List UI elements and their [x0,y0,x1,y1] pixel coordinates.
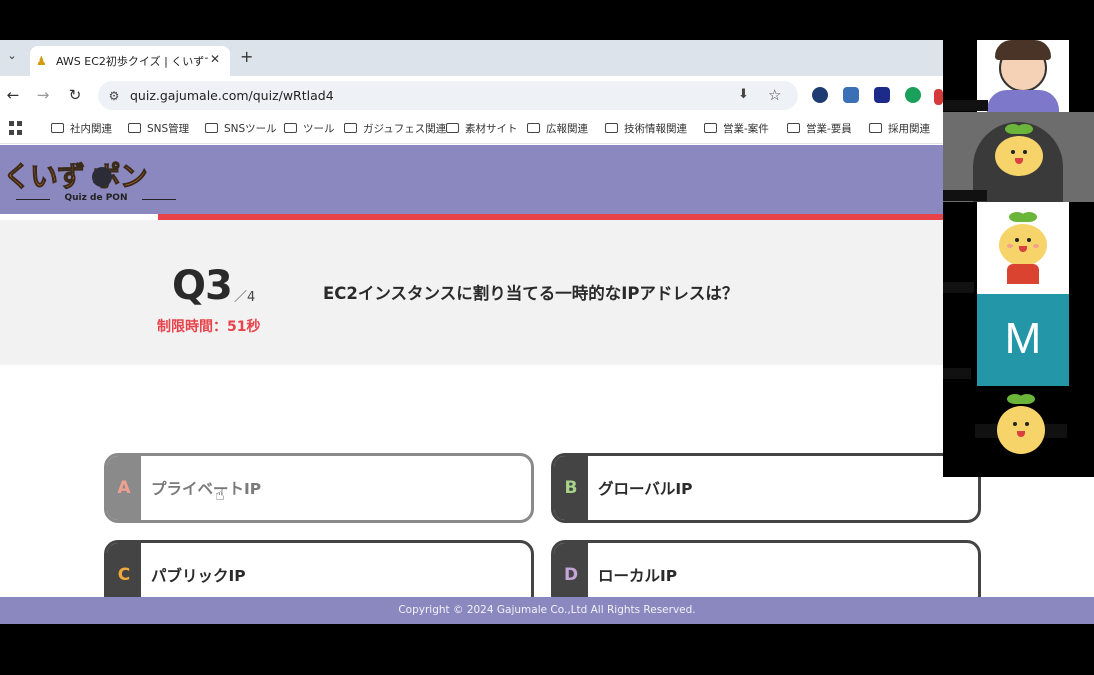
participant-name-bar [943,190,987,201]
logo-mark-icon [92,167,112,187]
participant-tile[interactable] [943,112,1094,202]
sprout-avatar [995,124,1043,176]
avatar-body [1007,264,1039,284]
url-text[interactable]: quiz.gajumale.com/quiz/wRtlad4 [130,88,334,103]
avatar-body [987,90,1059,112]
folder-icon [344,123,357,133]
folder-icon [869,123,882,133]
folder-icon [446,123,459,133]
tab-strip: ⌄ ♟ AWS EC2初歩クイズ | くいずでポン ✕ + [0,40,1094,76]
participant-name-bar [943,368,971,379]
bookmarks-bar: 社内関連 SNS管理 SNSツール ツール ガジュフェス関連 素材サイト 広報関… [0,114,1094,144]
participant-tile[interactable] [977,40,1069,112]
site-header: くいず ポン Quiz de PON [0,145,1094,214]
answer-letter: A [107,456,141,520]
install-app-icon[interactable]: ⬇ [738,87,749,102]
bookmark-folder[interactable]: SNSツール [205,121,277,136]
browser-toolbar: ← → ↻ ⚙ quiz.gajumale.com/quiz/wRtlad4 ⬇… [0,76,1094,114]
extension-icon[interactable] [905,87,921,103]
tab-search-icon[interactable]: ⌄ [4,48,20,64]
address-bar[interactable]: ⚙ quiz.gajumale.com/quiz/wRtlad4 ⬇ ☆ [98,81,798,110]
bookmark-folder[interactable]: 広報関連 [527,121,588,136]
site-footer: Copyright © 2024 Gajumale Co.,Ltd All Ri… [0,597,1094,624]
site-info-icon[interactable]: ⚙ [106,88,122,104]
participant-name-bar [943,282,974,293]
quiz-page: くいず ポン Quiz de PON Q3 ／4 制限時間：51秒 EC2インス… [0,145,1094,624]
folder-icon [205,123,218,133]
participant-tile[interactable]: M [977,294,1069,386]
folder-icon [787,123,800,133]
forward-icon[interactable]: → [33,85,53,105]
active-tab[interactable]: ♟ AWS EC2初歩クイズ | くいずでポン ✕ [30,46,230,76]
extension-icon[interactable] [843,87,859,103]
bookmark-folder[interactable]: 社内関連 [51,121,112,136]
screen: ⌄ ♟ AWS EC2初歩クイズ | くいずでポン ✕ + ← → ↻ ⚙ qu… [0,0,1094,675]
browser-window: ⌄ ♟ AWS EC2初歩クイズ | くいずでポン ✕ + ← → ↻ ⚙ qu… [0,40,1094,624]
bookmark-folder[interactable]: ガジュフェス関連 [344,121,446,136]
apps-grid-icon[interactable] [9,121,23,135]
back-icon[interactable]: ← [3,85,23,105]
question-total: ／4 [234,290,256,305]
answer-label: ローカルIP [598,567,678,585]
bookmark-folder[interactable]: 採用関連 [869,121,930,136]
answer-letter: B [554,456,588,520]
bookmark-folder[interactable]: ツール [284,121,335,136]
logo-subtext: Quiz de PON [16,193,176,203]
answer-label: プライベートIP [151,480,262,498]
close-tab-icon[interactable]: ✕ [210,52,220,66]
favicon-icon: ♟ [36,54,47,68]
answer-label: パブリックIP [151,567,246,585]
extension-icon[interactable] [874,87,890,103]
participant-name-bar [943,100,988,111]
folder-icon [605,123,618,133]
folder-icon [128,123,141,133]
answer-option-b[interactable]: B グローバルIP [551,453,981,523]
participant-tile[interactable] [977,202,1069,294]
logo-text: くいず ポン [3,160,149,194]
folder-icon [51,123,64,133]
question-panel: Q3 ／4 制限時間：51秒 EC2インスタンスに割り当てる一時的なIPアドレス… [0,220,1094,365]
question-number: Q3 [172,263,233,309]
avatar-hair [995,40,1051,60]
folder-icon [284,123,297,133]
hand-cursor-icon: ☝ [215,485,225,504]
bookmark-folder[interactable]: 素材サイト [446,121,518,136]
sprout-avatar [999,212,1047,266]
video-call-panel: M [943,40,1094,477]
bookmark-star-icon[interactable]: ☆ [768,86,781,104]
folder-icon [704,123,717,133]
bookmark-folder[interactable]: 技術情報関連 [605,121,687,136]
extension-icon[interactable] [812,87,828,103]
time-limit: 制限時間：51秒 [157,319,261,335]
new-tab-icon[interactable]: + [240,48,253,66]
answer-option-a[interactable]: A プライベートIP ☝ [104,453,534,523]
site-logo[interactable]: くいず ポン Quiz de PON [0,151,190,209]
bookmark-folder[interactable]: SNS管理 [128,121,189,136]
reload-icon[interactable]: ↻ [65,85,85,105]
extension-icon[interactable] [934,89,943,105]
participant-initial: M [1004,314,1042,363]
answer-label: グローバルIP [598,480,693,498]
folder-icon [527,123,540,133]
bookmark-folder[interactable]: 営業-案件 [704,121,769,136]
bookmark-folder[interactable]: 営業-要員 [787,121,852,136]
copyright-text: Copyright © 2024 Gajumale Co.,Ltd All Ri… [398,604,696,616]
sprout-avatar[interactable] [997,394,1045,454]
tab-title: AWS EC2初歩クイズ | くいずでポン [56,55,208,68]
question-text: EC2インスタンスに割り当てる一時的なIPアドレスは？ [323,284,739,303]
